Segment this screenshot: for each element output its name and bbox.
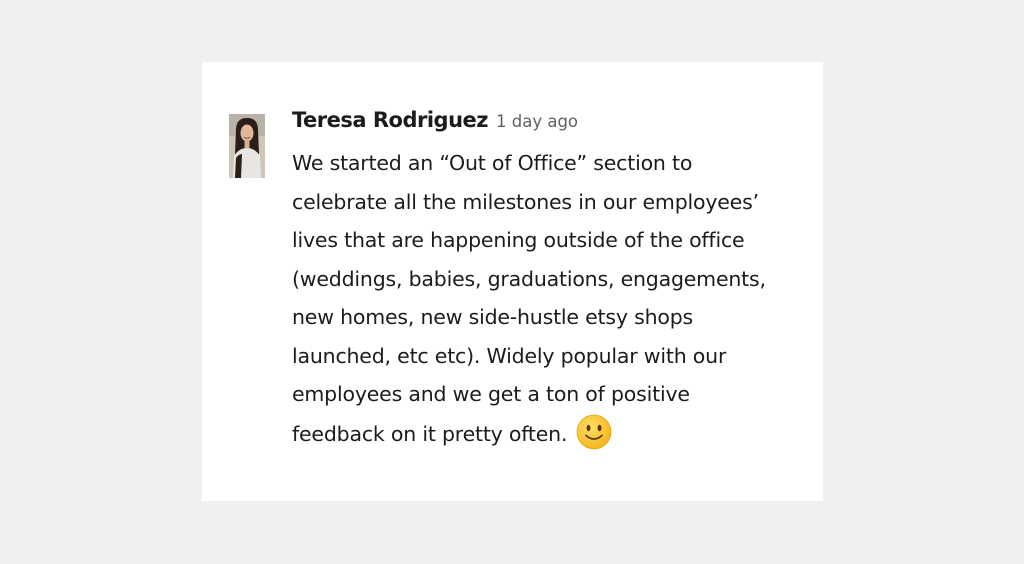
message-timestamp[interactable]: 1 day ago: [496, 112, 578, 131]
message-line: new homes, new side-hustle etsy shops: [292, 305, 694, 329]
message-line: launched, etc etc). Widely popular with …: [292, 343, 727, 368]
message-body: We started an “Out of Office” section to…: [292, 144, 822, 453]
message-last-line: feedback on it pretty often.: [292, 414, 822, 454]
user-avatar-icon: [229, 114, 265, 178]
message-card: Teresa Rodriguez 1 day ago We started an …: [202, 62, 823, 501]
message-line: lives that are happening outside of the …: [292, 228, 745, 252]
author-name[interactable]: Teresa Rodriguez: [292, 108, 489, 132]
message-line: employees and we get a ton of positive: [292, 382, 690, 406]
message-header: Teresa Rodriguez 1 day ago: [292, 108, 822, 142]
slightly-smiling-face-icon: [576, 414, 612, 449]
avatar[interactable]: [229, 114, 265, 178]
message: Teresa Rodriguez 1 day ago We started an …: [292, 108, 822, 453]
message-line: We started an “Out of Office” section to: [292, 151, 693, 175]
message-line: celebrate all the milestones in our empl…: [292, 189, 759, 214]
message-line: feedback on it pretty often.: [292, 421, 568, 446]
message-line: (weddings, babies, graduations, engageme…: [292, 266, 766, 291]
